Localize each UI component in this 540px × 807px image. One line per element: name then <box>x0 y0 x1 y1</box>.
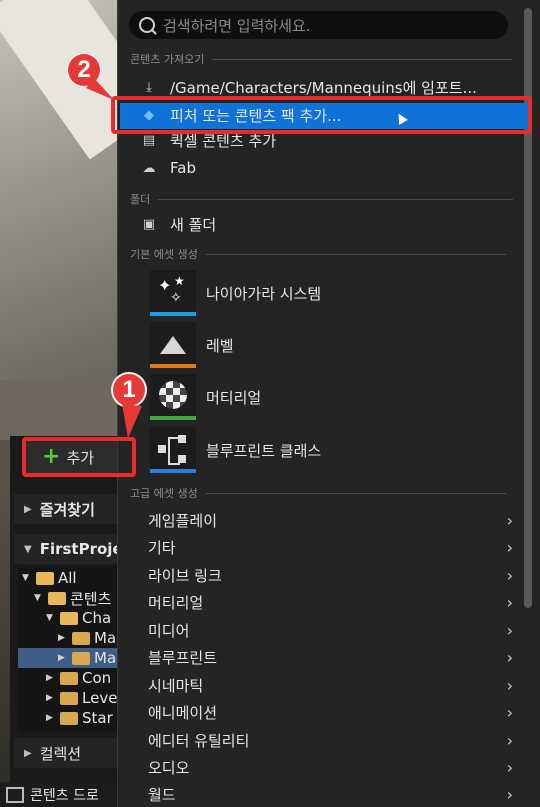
annotation-arrows <box>86 78 142 438</box>
annotation-arrow-2 <box>86 78 114 100</box>
annotation-arrow-1 <box>122 404 142 438</box>
